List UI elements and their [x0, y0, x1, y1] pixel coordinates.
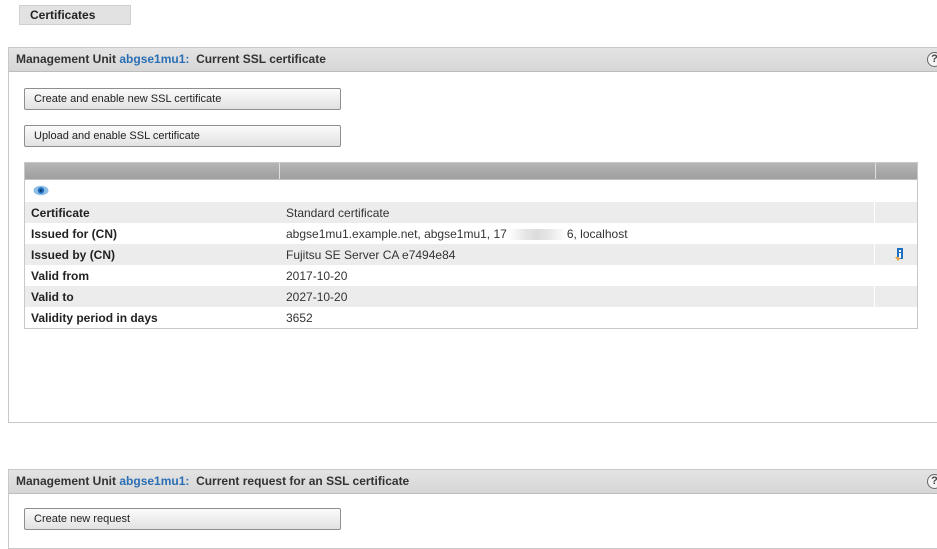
table-header-col3 [876, 163, 917, 179]
table-row: Valid from 2017-10-20 [25, 265, 917, 286]
help-icon[interactable]: ? [927, 52, 937, 67]
header-prefix: Management Unit [16, 52, 117, 66]
help-icon[interactable]: ? [927, 474, 937, 489]
row-value: 3652 [286, 310, 313, 325]
row-label: Valid to [31, 289, 74, 304]
table-row: Issued for (CN) abgse1mu1.example.net, a… [25, 223, 917, 244]
table-header-col2 [280, 163, 876, 179]
row-value: Standard certificate [286, 205, 390, 220]
table-row: Issued by (CN) Fujitsu SE Server CA e749… [25, 244, 917, 265]
eye-icon[interactable] [33, 185, 49, 199]
row-value: 2027-10-20 [286, 289, 348, 304]
table-header [25, 163, 917, 180]
view-row [25, 180, 917, 202]
tab-certificates[interactable]: Certificates [19, 5, 131, 25]
unit-link[interactable]: abgse1mu1: [119, 52, 189, 66]
section-title: Current request for an SSL certificate [196, 474, 410, 488]
ssl-certificate-section: Management Unit abgse1mu1: Current SSL c… [8, 47, 937, 423]
table-row: Validity period in days 3652 [25, 307, 917, 328]
redacted-region [507, 228, 566, 240]
section-header: Management Unit abgse1mu1: Current reque… [9, 470, 937, 494]
row-label: Valid from [31, 268, 90, 283]
unit-link[interactable]: abgse1mu1: [119, 474, 189, 488]
row-label: Issued for (CN) [31, 226, 118, 241]
row-label: Issued by (CN) [31, 247, 116, 262]
create-new-request-button[interactable]: Create new request [24, 508, 341, 530]
row-label: Validity period in days [31, 310, 158, 325]
table-header-col1 [25, 163, 280, 179]
table-row: Valid to 2027-10-20 [25, 286, 917, 307]
row-value: 2017-10-20 [286, 268, 348, 283]
upload-enable-certificate-button[interactable]: Upload and enable SSL certificate [24, 125, 341, 147]
certificate-table: Certificate Standard certificate Issued … [24, 162, 918, 329]
section-header: Management Unit abgse1mu1: Current SSL c… [9, 48, 937, 72]
info-icon[interactable] [893, 247, 907, 265]
row-value: Fujitsu SE Server CA e7494e84 [286, 247, 456, 262]
row-label: Certificate [31, 205, 90, 220]
table-row: Certificate Standard certificate [25, 202, 917, 223]
header-prefix: Management Unit [16, 474, 117, 488]
create-enable-certificate-button[interactable]: Create and enable new SSL certificate [24, 88, 341, 110]
section-title: Current SSL certificate [196, 52, 326, 66]
row-value: abgse1mu1.example.net, abgse1mu1, 17 6, l… [286, 226, 628, 241]
ssl-request-section: Management Unit abgse1mu1: Current reque… [8, 469, 937, 549]
